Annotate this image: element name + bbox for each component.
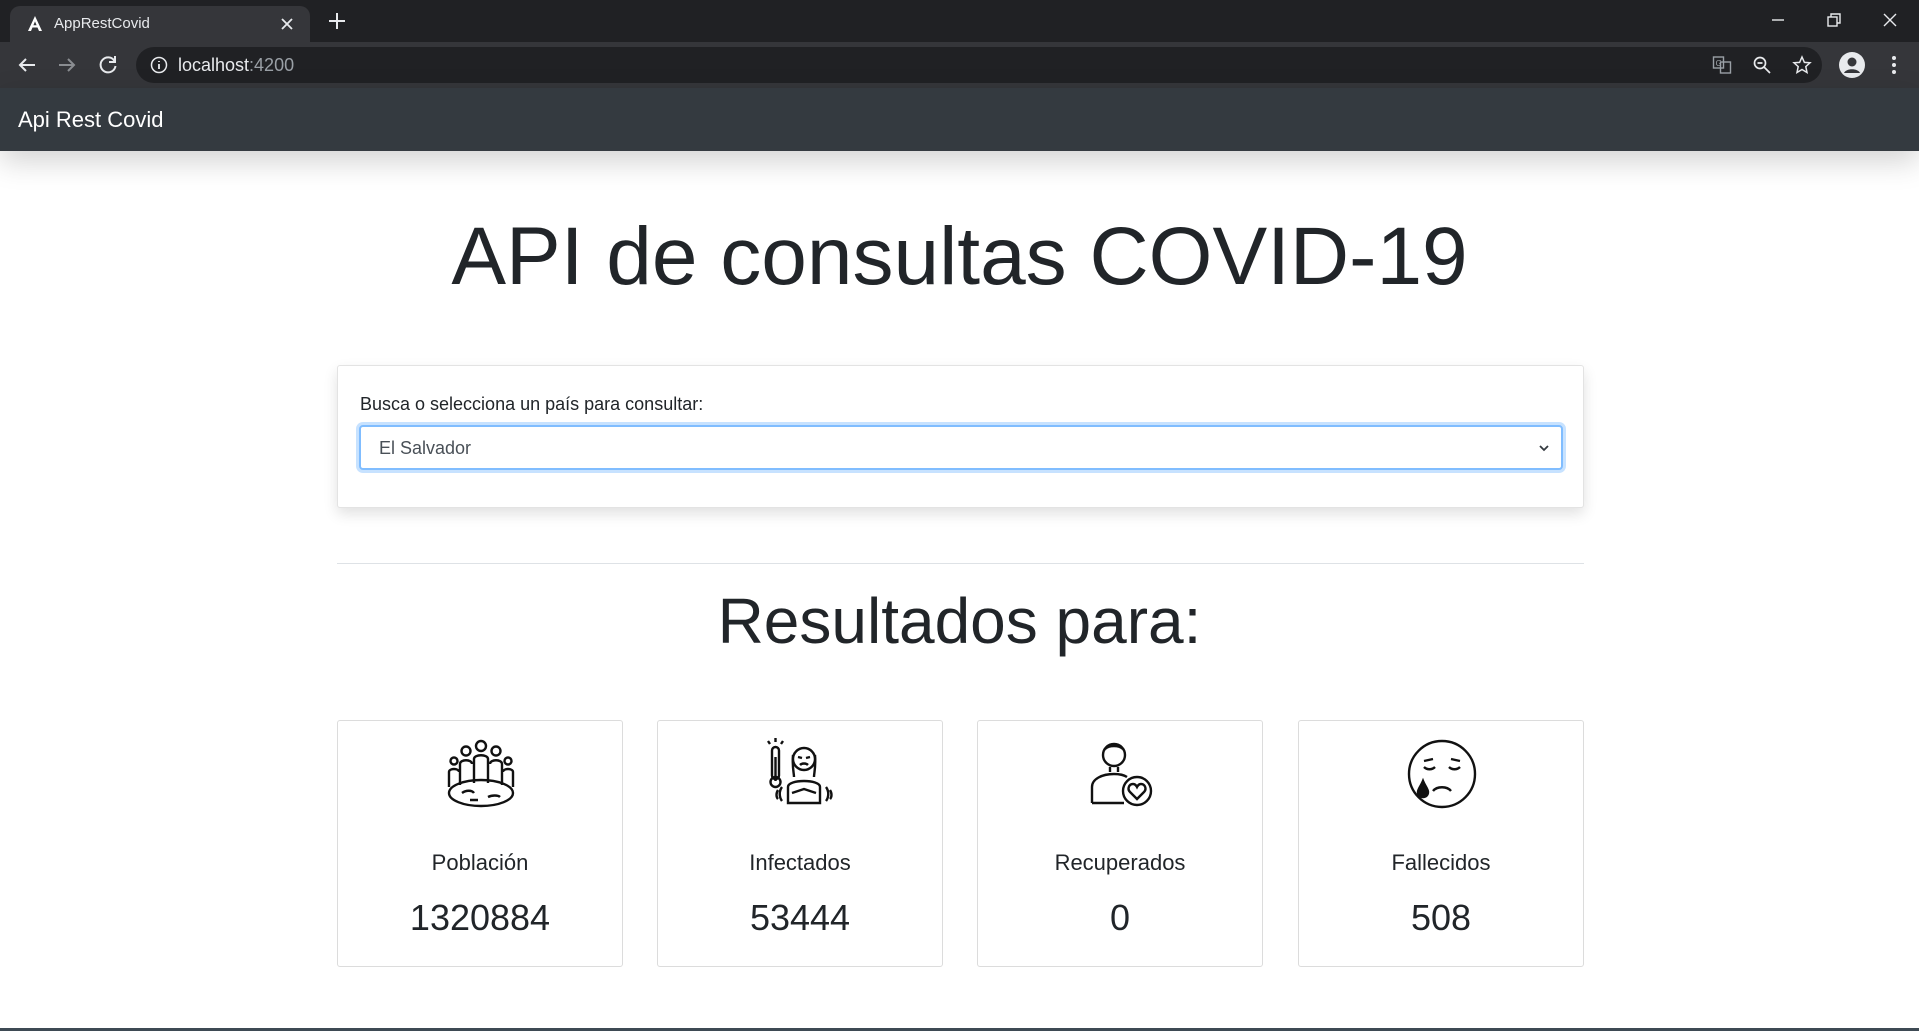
stat-value: 1320884 [409, 897, 551, 938]
results-title: Resultados para: [717, 585, 1202, 657]
browser-tab-strip: AppRestCovid [0, 0, 1919, 42]
translate-icon[interactable]: G [1712, 55, 1732, 75]
infected-icon [767, 738, 833, 805]
close-tab-icon[interactable] [278, 15, 296, 33]
site-info-icon[interactable] [150, 56, 168, 74]
zoom-icon[interactable] [1752, 55, 1772, 75]
country-select[interactable]: El Salvador [359, 425, 1563, 470]
recovered-icon [1090, 742, 1153, 807]
url-text: localhost:4200 [178, 55, 294, 76]
country-select-label: Busca o selecciona un país para consulta… [360, 394, 704, 414]
stat-card-recovered: Recuperados 0 [977, 720, 1263, 967]
section-divider [337, 563, 1584, 564]
stat-card-infected: Infectados 53444 [657, 720, 943, 967]
minimize-icon[interactable] [1766, 8, 1790, 32]
url-port: :4200 [249, 55, 295, 75]
stat-card-deceased: Fallecidos 508 [1298, 720, 1584, 967]
browser-tab[interactable]: AppRestCovid [10, 6, 310, 42]
stat-label: Fallecidos [1391, 850, 1491, 875]
new-tab-icon[interactable] [326, 10, 348, 32]
navbar-brand[interactable]: Api Rest Covid [18, 107, 164, 133]
stat-label: Recuperados [1054, 850, 1186, 875]
population-icon [447, 739, 515, 808]
stat-label: Infectados [749, 850, 851, 875]
restore-icon[interactable] [1822, 8, 1846, 32]
svg-text:G: G [1716, 59, 1722, 68]
bookmark-star-icon[interactable] [1792, 55, 1812, 75]
country-search-card: Busca o selecciona un país para consulta… [337, 365, 1584, 508]
profile-avatar-icon[interactable] [1838, 51, 1866, 79]
stat-label: Población [431, 850, 529, 875]
stat-card-population: Población 1320884 [337, 720, 623, 967]
url-host: localhost [178, 55, 250, 75]
address-bar[interactable]: localhost:4200 G [136, 47, 1822, 83]
page-title: API de consultas COVID-19 [451, 211, 1468, 302]
chevron-down-icon [1539, 445, 1549, 452]
tab-title: AppRestCovid [54, 15, 150, 32]
stat-value: 508 [1410, 897, 1472, 938]
back-icon[interactable] [15, 53, 39, 77]
deceased-icon [1407, 739, 1477, 809]
reload-icon[interactable] [96, 53, 120, 77]
stat-value: 53444 [749, 897, 851, 938]
angular-favicon-icon [28, 16, 42, 31]
close-window-icon[interactable] [1878, 8, 1902, 32]
selected-country: El Salvador [379, 438, 472, 458]
browser-menu-icon[interactable] [1880, 51, 1908, 79]
app-navbar: Api Rest Covid [0, 88, 1919, 151]
stat-value: 0 [1109, 897, 1131, 938]
browser-toolbar: localhost:4200 G [0, 42, 1919, 88]
forward-icon[interactable] [55, 53, 79, 77]
